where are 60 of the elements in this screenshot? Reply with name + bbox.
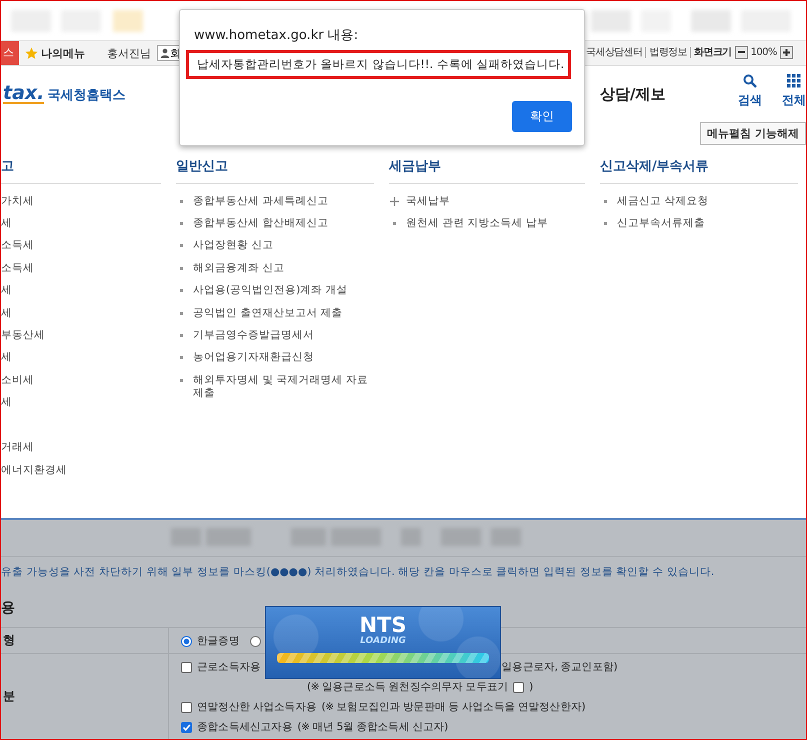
menu-link[interactable]: 세	[1, 396, 12, 410]
menu-link[interactable]: 공익법인 출연재산보고서 제출	[193, 306, 343, 320]
menu-link[interactable]: 농어업용기자재환급신청	[193, 351, 314, 364]
menu-link[interactable]: 세	[1, 217, 12, 230]
menu-link[interactable]: 사업용(공익법인전용)계좌 개설	[193, 284, 348, 298]
menu-link[interactable]: 종합부동산세 과세특례신고	[193, 194, 328, 208]
menu-link[interactable]: 세	[1, 284, 12, 298]
column-heading: 세금납부	[389, 151, 585, 184]
logo[interactable]: tax.	[3, 84, 44, 104]
column-heading: 신고삭제/부속서류	[600, 151, 798, 184]
zoom-label: 화면크기	[694, 46, 732, 59]
menu-link[interactable]: 소비세	[1, 374, 34, 387]
my-menu-link[interactable]: 나의메뉴	[41, 46, 85, 60]
loading-title: NTS	[359, 614, 407, 636]
checkbox-label: 연말정산한 사업소득자용	[197, 700, 317, 714]
checkbox-label: 근로소득자용	[197, 660, 261, 674]
menu-link[interactable]: 거래세	[1, 441, 34, 454]
menu-link[interactable]: 종합부동산세 합산배제신고	[193, 217, 328, 230]
user-name: 홍서진님	[107, 46, 151, 60]
loading-subtitle: LOADING	[360, 636, 406, 646]
notice-text: 유출 가능성을 사전 차단하기 위해 일부 정보를 마스킹(●●●●) 처리하였습니다. 해당 칸을 마우스로 클릭하면 입력된 정보를 확인할 수 있습니다.	[1, 565, 716, 579]
menu-link[interactable]: 부동산세	[1, 328, 45, 342]
top-link[interactable]: 국세상담센터	[586, 45, 642, 59]
column-heading: 일반신고	[176, 151, 374, 184]
hint-text: (※ 보험모집인과 방문판매 등 사업소득을 연말정산한자)	[322, 700, 586, 714]
menu-tab[interactable]: 스	[1, 41, 19, 65]
section-title: 용	[1, 599, 16, 617]
hint-text: (※ 매년 5월 종합소득세 신고자)	[297, 720, 448, 734]
dialog-title: www.hometax.go.kr 내용:	[194, 27, 360, 44]
menu-link[interactable]: 세	[1, 306, 12, 320]
row-label: 분	[1, 654, 169, 739]
menu-link[interactable]: 국세납부	[406, 194, 450, 208]
hint-text: 일용근로자, 종교인포함)	[502, 660, 618, 674]
radio-label: 한글증명	[197, 634, 240, 648]
column-heading: 고	[1, 151, 161, 184]
menu-link[interactable]: 소득세	[1, 262, 34, 275]
menu-link[interactable]: 해외금융계좌 신고	[193, 262, 284, 275]
menu-link[interactable]: 신고부속서류제출	[617, 217, 705, 230]
ok-button[interactable]: 확인	[512, 101, 572, 132]
menu-link[interactable]: 소득세	[1, 239, 34, 252]
tool-label[interactable]: 검색	[738, 92, 762, 109]
menu-link[interactable]: 해외투자명세 및 국제거래명세 자료 제출	[193, 374, 374, 400]
checkbox-label: 종합소득세신고자용	[197, 720, 292, 734]
zoom-value: 100%	[750, 46, 777, 58]
top-link[interactable]: 법령정보	[649, 45, 688, 59]
menu-link[interactable]: 가치세	[1, 194, 34, 208]
menu-link[interactable]: 세금신고 삭제요청	[617, 194, 708, 208]
menu-link[interactable]: 사업장현황 신고	[193, 239, 274, 252]
nav-item[interactable]: 상담/제보	[600, 84, 666, 104]
menu-link[interactable]: 세	[1, 351, 12, 364]
hint-text: )	[529, 681, 533, 693]
row-label: 형	[1, 628, 169, 653]
dialog-message: 납세자통합관리번호가 올바르지 않습니다!!. 수록에 실패하였습니다.	[186, 50, 571, 79]
menu-link[interactable]: 에너지환경세	[1, 464, 67, 477]
site-name[interactable]: 국세청홈택스	[47, 86, 126, 104]
hint-text: (※ 일용근로소득 원천징수의무자 모두표기	[307, 680, 508, 694]
menu-link[interactable]: 원천세 관련 지방소득세 납부	[406, 217, 548, 230]
tool-label[interactable]: 전체	[782, 92, 806, 109]
menu-link[interactable]: 기부금영수증발급명세서	[193, 328, 314, 342]
menu-toggle-button[interactable]: 메뉴펼침 기능해제	[700, 122, 806, 145]
